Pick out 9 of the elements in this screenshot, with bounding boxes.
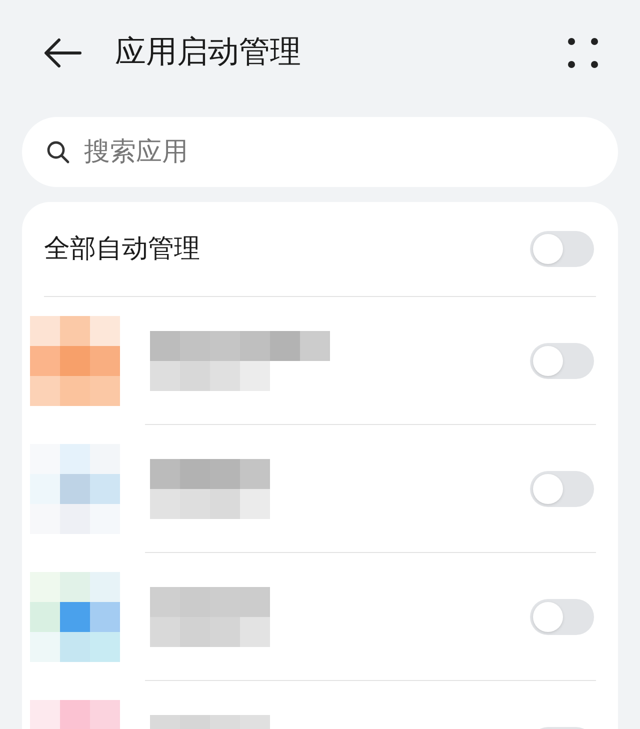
page-title: 应用启动管理 [115, 33, 301, 72]
toggle-switch[interactable] [530, 599, 594, 635]
toggle-switch[interactable] [530, 471, 594, 507]
more-icon[interactable] [568, 38, 598, 68]
toggle-switch[interactable] [530, 343, 594, 379]
toggle-switch[interactable] [530, 231, 594, 267]
search-field[interactable]: 搜索应用 [22, 117, 618, 187]
back-icon[interactable] [44, 38, 82, 68]
all-auto-label: 全部自动管理 [44, 232, 200, 266]
